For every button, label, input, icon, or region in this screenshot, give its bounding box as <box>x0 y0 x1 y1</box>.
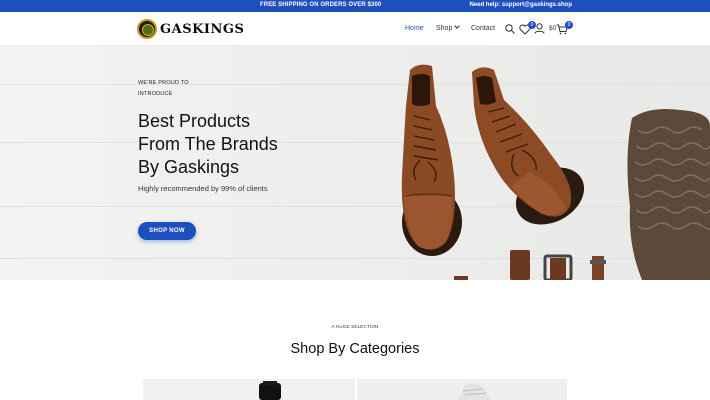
right-boot-image <box>472 67 585 225</box>
category-card[interactable] <box>357 379 567 400</box>
categories-title: Shop By Categories <box>290 341 420 357</box>
category-bottle-image <box>259 381 281 400</box>
hero-boots-image <box>401 64 710 280</box>
categories-eyebrow: A HUGE SELECTION <box>331 324 379 329</box>
user-icon[interactable] <box>534 23 545 34</box>
category-paper-image <box>457 383 491 400</box>
nav-home[interactable]: Home <box>405 25 424 32</box>
hero-headline-line: Best Products <box>138 111 251 131</box>
search-icon[interactable] <box>505 24 515 34</box>
cart-count-badge: 0 <box>565 21 573 29</box>
chevron-down-icon <box>454 23 461 29</box>
category-card[interactable] <box>143 379 355 400</box>
hero-eyebrow-line1: WE'RE PROUD TO <box>138 80 189 86</box>
hero-headline-line: From The Brands <box>138 134 278 154</box>
site-logo[interactable]: GASKINGS <box>137 18 244 40</box>
left-boot-image <box>401 64 462 256</box>
hero-headline: Best Products From The Brands By Gasking… <box>138 110 378 179</box>
hero-eyebrow-line2: INTRODUCE <box>138 91 173 97</box>
site-header: GASKINGS Home Shop Contact 0 $0 0 <box>0 12 710 46</box>
belt-image <box>454 250 606 280</box>
hero-banner: WE'RE PROUD TO INTRODUCE Best Products F… <box>0 46 710 280</box>
shipping-promo: FREE SHIPPING ON ORDERS OVER $300 <box>260 2 382 8</box>
hero-headline-line: By Gaskings <box>138 157 240 177</box>
announcement-bar: FREE SHIPPING ON ORDERS OVER $300 Need h… <box>0 0 710 12</box>
logo-emblem-icon <box>137 19 157 39</box>
logo-text: GASKINGS <box>160 21 245 37</box>
nav-shop-label: Shop <box>436 25 453 32</box>
shop-now-button[interactable]: SHOP NOW <box>138 222 196 240</box>
hero-subline: Highly recommended by 99% of clients <box>138 184 268 193</box>
knit-sweater-image <box>627 109 710 280</box>
nav-contact[interactable]: Contact <box>471 25 495 32</box>
support-contact-link[interactable]: Need help: support@gaskings.shop <box>469 2 572 8</box>
nav-shop[interactable]: Shop <box>436 23 461 32</box>
